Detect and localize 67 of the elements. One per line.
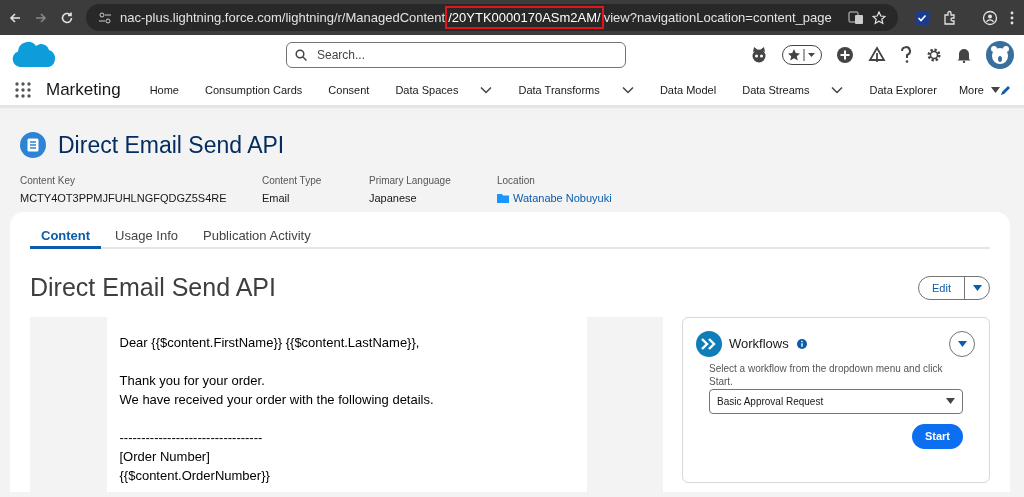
- tab[interactable]: Usage Info: [104, 225, 189, 249]
- nav-item[interactable]: Data Explorer: [869, 81, 937, 99]
- folder-icon: [497, 192, 509, 203]
- field-label: Content Key: [20, 173, 77, 188]
- nav-item[interactable]: Data Streams: [742, 81, 844, 99]
- document-icon: [20, 132, 46, 159]
- double-chevron-icon: [696, 330, 722, 357]
- email-text-line: We have received your order with the following details.: [119, 390, 435, 409]
- nav-item[interactable]: Home: [149, 81, 179, 99]
- workflows-title: Workflows: [729, 334, 789, 353]
- back-icon[interactable]: [8, 10, 22, 25]
- start-button[interactable]: Start: [911, 423, 963, 449]
- settings-icon[interactable]: [926, 47, 942, 63]
- field-label: Primary Language: [369, 173, 452, 188]
- reload-icon[interactable]: [60, 10, 74, 25]
- forward-icon[interactable]: [34, 10, 48, 25]
- chevron-down-icon: [480, 86, 493, 94]
- highlight-box: /20YTK0000170ASm2AM/: [445, 5, 604, 30]
- profile-icon[interactable]: [981, 9, 998, 26]
- bell-icon[interactable]: [956, 47, 972, 63]
- field-value: Japanese: [369, 190, 418, 206]
- url-text: nac-plus.lightning.force.com/lightning/r/ManagedContent /20YTK0000170ASm2AM/ view?navigationLocation=content_page: [120, 5, 832, 30]
- email-text-line: ---------------------------------: [119, 428, 264, 447]
- email-text-line: {{$content.OrderNumber}}: [119, 466, 271, 485]
- help-icon[interactable]: [900, 46, 912, 64]
- chevron-down-icon: [831, 86, 844, 94]
- location-link[interactable]: Watanabe Nobuyuki: [513, 189, 612, 206]
- field-value: MCTY4OT3PPMJFUHLNGFQDGZ5S4RE: [20, 190, 228, 206]
- nav-item[interactable]: Consent: [328, 81, 370, 99]
- content-heading: Direct Email Send API: [30, 272, 276, 303]
- site-info-icon: [98, 11, 112, 24]
- email-text-line: Thank you for your order.: [119, 371, 266, 390]
- chevron-down-icon: [621, 86, 634, 94]
- record-title: Direct Email Send API: [58, 131, 285, 160]
- caret-down-icon: [990, 87, 1000, 93]
- email-text-line: [Order Number]: [119, 447, 211, 466]
- cat-face-icon[interactable]: [750, 46, 768, 64]
- nav-item[interactable]: Data Transforms: [518, 81, 634, 99]
- field-label: Content Type: [262, 173, 323, 188]
- extension-check-icon[interactable]: [913, 9, 930, 26]
- field-value: Email: [262, 190, 291, 206]
- kebab-menu-icon[interactable]: [1009, 10, 1014, 25]
- app-name: Marketing: [46, 79, 121, 102]
- search-icon: [295, 49, 307, 61]
- star-icon[interactable]: [871, 10, 886, 25]
- caret-down-icon: [946, 398, 955, 404]
- email-text-line: Dear {{$content.FirstName}} {{$content.LastName}},: [119, 333, 421, 352]
- puzzle-icon[interactable]: [941, 9, 958, 26]
- workflows-description: Select a workflow from the dropdown menu and click Start.: [708, 361, 944, 388]
- caret-down-icon: [957, 340, 967, 347]
- info-icon[interactable]: [796, 338, 807, 349]
- app-launcher-icon[interactable]: [14, 81, 32, 99]
- translate-icon[interactable]: [847, 10, 864, 25]
- nav-item[interactable]: Consumption Cards: [205, 81, 303, 99]
- plus-circle-icon[interactable]: [836, 46, 854, 64]
- tab[interactable]: Content: [30, 225, 102, 249]
- more-menu[interactable]: More: [958, 81, 1000, 99]
- workflow-select[interactable]: Basic Approval Request: [709, 388, 963, 414]
- avatar-icon[interactable]: [986, 41, 1014, 69]
- address-bar[interactable]: nac-plus.lightning.force.com/lightning/r/ManagedContent /20YTK0000170ASm2AM/ view?navigationLocation=content_page: [86, 4, 898, 31]
- nav-item[interactable]: Data Model: [659, 81, 717, 99]
- tab[interactable]: Publication Activity: [192, 225, 322, 249]
- pencil-icon[interactable]: [999, 84, 1012, 96]
- nav-item[interactable]: Data Spaces: [395, 81, 493, 99]
- field-label: Location: [497, 173, 536, 188]
- search-field[interactable]: Search...: [286, 42, 626, 68]
- caret-down-icon: [972, 284, 982, 291]
